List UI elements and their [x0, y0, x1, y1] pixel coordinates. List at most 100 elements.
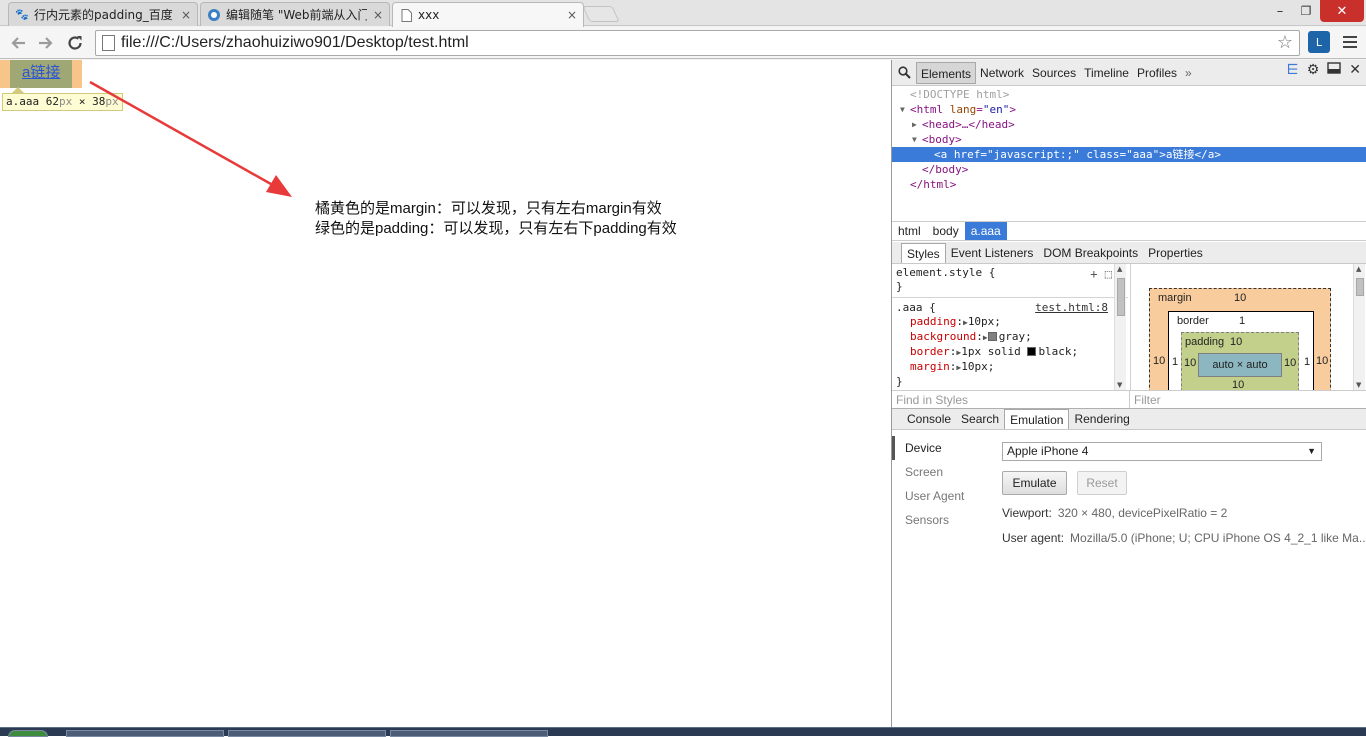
dom-body-node[interactable]: ▼ <body> — [892, 132, 1366, 147]
margin-right-value[interactable]: 10 — [1316, 355, 1328, 367]
margin-top-value[interactable]: 10 — [1234, 292, 1246, 304]
style-prop-background[interactable]: background:▶ gray; — [892, 330, 1128, 345]
collapse-triangle-icon[interactable]: ▼ — [900, 102, 905, 117]
reload-button[interactable] — [63, 31, 87, 55]
crumb-a-aaa[interactable]: a.aaa — [964, 222, 1007, 240]
color-swatch[interactable] — [1027, 347, 1037, 356]
new-tab-button[interactable] — [582, 6, 620, 22]
reload-icon — [68, 36, 82, 50]
border-right-value[interactable]: 1 — [1304, 356, 1310, 368]
tab-close-icon[interactable]: × — [567, 8, 577, 22]
bookmark-star-icon[interactable]: ☆ — [1277, 32, 1293, 53]
extension-icon[interactable]: L — [1308, 31, 1330, 53]
dom-doctype[interactable]: <!DOCTYPE html> — [892, 87, 1366, 102]
back-button[interactable] — [6, 31, 30, 55]
tab-close-icon[interactable]: × — [373, 8, 383, 22]
tab-elements[interactable]: Elements — [916, 61, 977, 84]
address-bar[interactable]: ☆ — [95, 30, 1300, 56]
url-input[interactable] — [121, 33, 1271, 53]
rule-source-link[interactable]: test.html:8 — [1035, 301, 1108, 315]
emulation-nav-user-agent[interactable]: User Agent — [892, 484, 992, 508]
dom-head-node[interactable]: ▶ <head>…</head> — [892, 117, 1366, 132]
emulation-nav-screen[interactable]: Screen — [892, 460, 992, 484]
dom-html-close[interactable]: </html> — [892, 177, 1366, 192]
element-style-rule[interactable]: element.style { + ⬚ — [892, 266, 1128, 281]
scroll-down-icon[interactable]: ▼ — [1117, 381, 1122, 389]
tab-sources[interactable]: Sources — [1028, 62, 1080, 84]
dom-html-node[interactable]: ▼ <html lang="en"> — [892, 102, 1366, 117]
box-content[interactable]: auto × auto — [1198, 353, 1282, 377]
scroll-thumb[interactable] — [1356, 278, 1364, 296]
scroll-down-icon[interactable]: ▼ — [1356, 381, 1361, 389]
tab-cnblogs[interactable]: 编辑随笔 "Web前端从入门 × — [200, 2, 390, 26]
cnblogs-icon — [207, 8, 221, 22]
tab-network[interactable]: Network — [976, 62, 1028, 84]
crumb-html[interactable]: html — [892, 222, 927, 240]
prop-value: black; — [1038, 345, 1079, 358]
browser-chrome: 🐾 行内元素的padding_百度 × 编辑随笔 "Web前端从入门 × xxx… — [0, 0, 1366, 60]
restore-button[interactable]: ❐ — [1294, 0, 1318, 22]
border-top-value[interactable]: 1 — [1239, 315, 1245, 327]
padding-right-value[interactable]: 10 — [1284, 357, 1296, 369]
crumb-body[interactable]: body — [927, 222, 965, 240]
tab-properties[interactable]: Properties — [1143, 243, 1208, 263]
margin-left-value[interactable]: 10 — [1153, 355, 1165, 367]
console-drawer-icon[interactable]: ⋿ — [1287, 62, 1299, 78]
scroll-up-icon[interactable]: ▲ — [1356, 265, 1361, 273]
scroll-up-icon[interactable]: ▲ — [1117, 265, 1122, 273]
prop-value: 1px solid — [961, 345, 1028, 358]
more-tabs-icon[interactable]: » — [1181, 62, 1196, 84]
close-icon[interactable]: ✕ — [1349, 62, 1361, 78]
tab-styles[interactable]: Styles — [901, 242, 946, 263]
tab-baidu[interactable]: 🐾 行内元素的padding_百度 × — [8, 2, 198, 26]
prop-value: gray; — [998, 330, 1032, 343]
tab-close-icon[interactable]: × — [181, 8, 191, 22]
emulation-nav-sensors[interactable]: Sensors — [892, 508, 992, 532]
add-rule-icon[interactable]: + — [1090, 267, 1097, 281]
tab-emulation[interactable]: Emulation — [1004, 409, 1070, 429]
inspect-search-icon[interactable] — [892, 61, 916, 85]
expand-triangle-icon[interactable]: ▶ — [912, 117, 917, 132]
tab-console[interactable]: Console — [902, 409, 956, 429]
tab-search[interactable]: Search — [956, 409, 1004, 429]
dock-icon[interactable] — [1327, 62, 1341, 78]
close-window-button[interactable]: ✕ — [1320, 0, 1364, 22]
styles-scrollbar[interactable]: ▲ ▼ — [1114, 264, 1126, 390]
dom-body-close[interactable]: </body> — [892, 162, 1366, 177]
attr-href: href — [953, 148, 981, 161]
emulation-nav-device[interactable]: Device — [892, 436, 992, 460]
dom-a-node-selected[interactable]: <a href="javascript:;" class="aaa">a链接</… — [892, 147, 1366, 162]
style-prop-padding[interactable]: padding:▶10px; — [892, 315, 1128, 330]
padding-bottom-value[interactable]: 10 — [1232, 379, 1244, 390]
tag-a: <a — [934, 148, 948, 161]
attr-lang: lang — [949, 103, 977, 116]
tab-dom-breakpoints[interactable]: DOM Breakpoints — [1038, 243, 1143, 263]
border-left-value[interactable]: 1 — [1172, 356, 1178, 368]
emulate-button[interactable]: Emulate — [1002, 471, 1067, 495]
tab-timeline[interactable]: Timeline — [1080, 62, 1133, 84]
device-select[interactable]: Apple iPhone 4 ▼ — [1002, 442, 1322, 461]
scroll-thumb[interactable] — [1117, 278, 1125, 316]
collapse-triangle-icon[interactable]: ▼ — [912, 132, 917, 147]
padding-top-value[interactable]: 10 — [1230, 336, 1242, 348]
box-model-scrollbar[interactable]: ▲ ▼ — [1353, 264, 1365, 390]
reset-button[interactable]: Reset — [1077, 471, 1127, 495]
tab-profiles[interactable]: Profiles — [1133, 62, 1181, 84]
tab-event-listeners[interactable]: Event Listeners — [946, 243, 1039, 263]
style-prop-border[interactable]: border:▶1px solid black; — [892, 345, 1128, 360]
tab-title: 编辑随笔 "Web前端从入门 — [226, 8, 367, 22]
padding-left-value[interactable]: 10 — [1184, 357, 1196, 369]
tab-xxx[interactable]: xxx × — [392, 2, 584, 27]
toggle-state-icon[interactable]: ⬚ — [1105, 267, 1112, 281]
find-in-styles-input[interactable] — [896, 392, 1124, 408]
gear-icon[interactable]: ⚙ — [1307, 62, 1320, 78]
style-prop-margin[interactable]: margin:▶10px; — [892, 360, 1128, 375]
aaa-rule-header[interactable]: .aaa { test.html:8 — [892, 301, 1128, 315]
rule-close-brace: } — [896, 280, 903, 293]
color-swatch[interactable] — [987, 332, 997, 341]
tab-rendering[interactable]: Rendering — [1069, 409, 1134, 429]
forward-button[interactable] — [34, 31, 58, 55]
chrome-menu-icon[interactable] — [1340, 31, 1360, 53]
filter-input[interactable] — [1134, 392, 1362, 408]
minimize-button[interactable]: – — [1268, 0, 1292, 22]
